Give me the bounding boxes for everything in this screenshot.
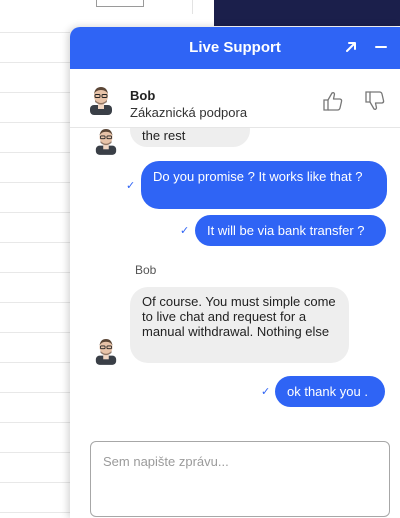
agent-message-avatar [94, 337, 118, 365]
thumbs-up-icon[interactable] [322, 90, 344, 112]
agent-name: Bob [130, 88, 156, 103]
outgoing-message: It will be via bank transfer ? [195, 215, 386, 246]
agent-bar: Bob Zákaznická podpora [70, 69, 400, 128]
message-list: the rest ✓ Do you promise ? It works lik… [70, 127, 400, 432]
chat-header: Live Support [70, 27, 400, 69]
thumbs-down-icon[interactable] [364, 90, 386, 112]
agent-avatar [88, 85, 114, 115]
expand-arrow-icon[interactable] [342, 38, 360, 56]
background-dark-header [214, 0, 400, 26]
message-composer[interactable] [90, 441, 390, 517]
minimize-icon[interactable] [372, 38, 390, 56]
background-input-box [96, 0, 144, 7]
background-table-lines [0, 22, 70, 518]
checkmark-icon: ✓ [180, 225, 190, 237]
message-input[interactable] [91, 442, 389, 516]
sender-name: Bob [135, 263, 157, 277]
outgoing-message: ok thank you . [275, 376, 385, 407]
checkmark-icon: ✓ [261, 386, 271, 398]
incoming-message: the rest [130, 127, 250, 147]
agent-role: Zákaznická podpora [130, 105, 248, 120]
live-support-widget: Live Support Bob Zákaznická podpora the … [70, 27, 400, 518]
incoming-message: Of course. You must simple come to live … [130, 287, 349, 363]
agent-message-avatar [94, 127, 118, 155]
checkmark-icon: ✓ [126, 180, 136, 192]
outgoing-message: Do you promise ? It works like that ? [141, 161, 387, 209]
